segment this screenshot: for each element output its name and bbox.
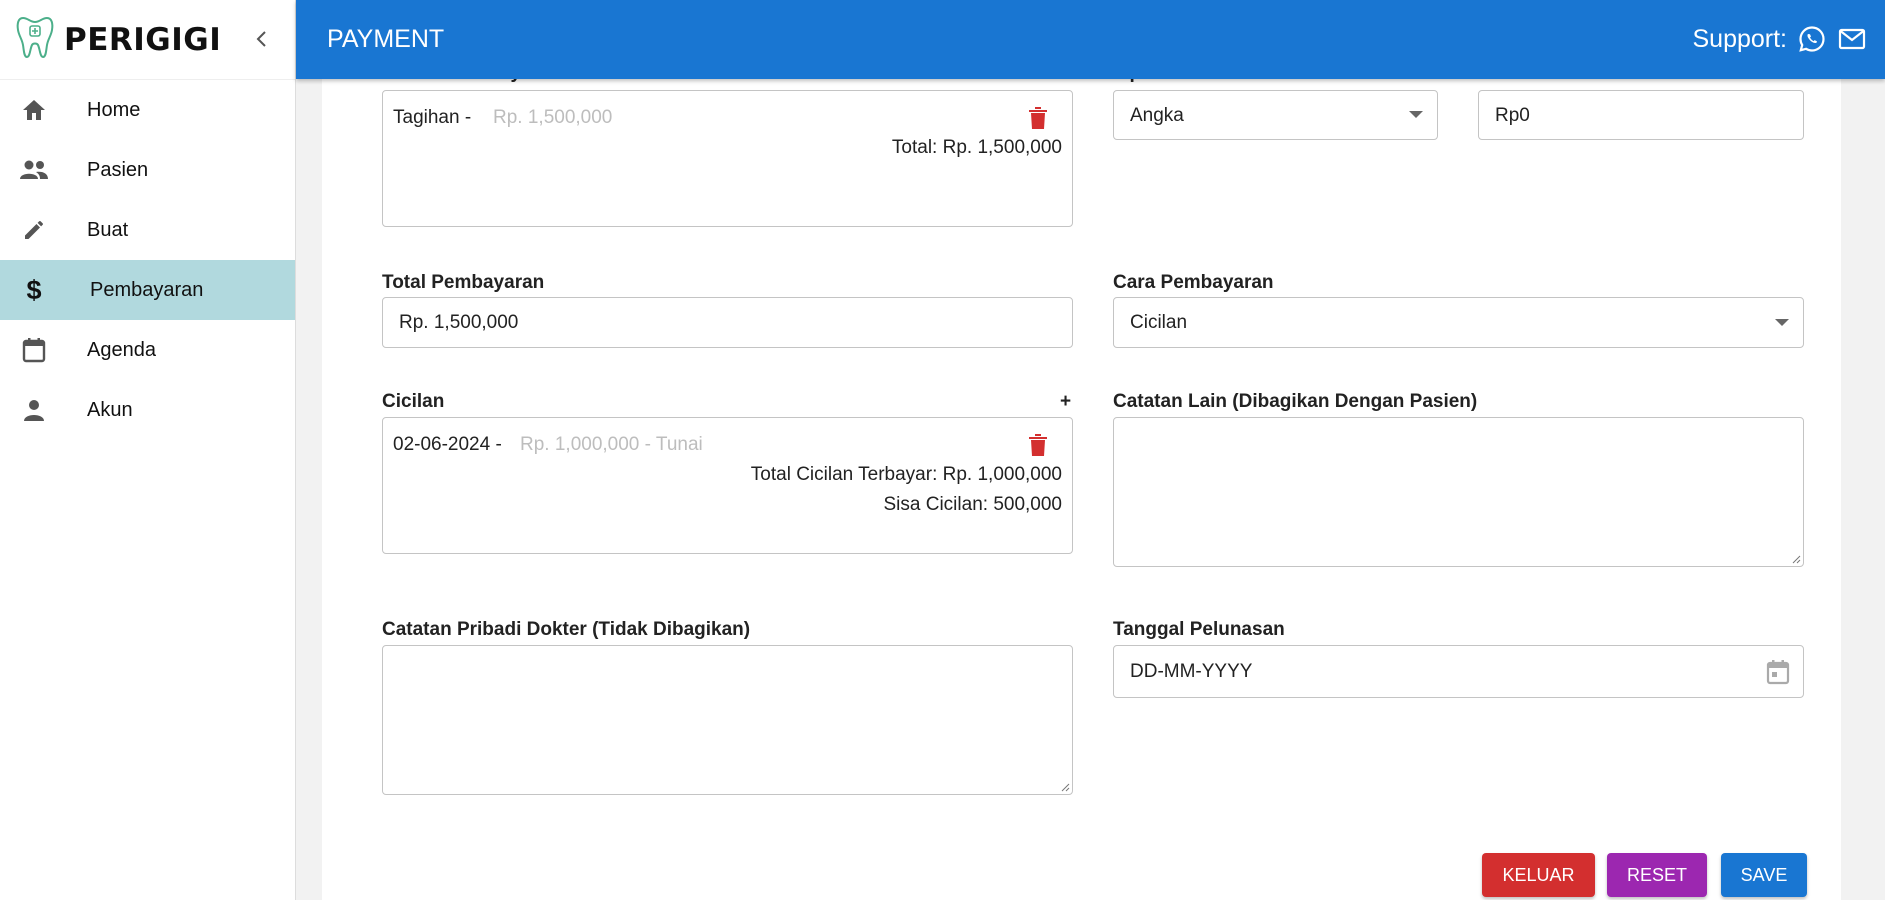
- delete-tagihan-trash-icon[interactable]: [1026, 105, 1050, 131]
- page-title: PAYMENT: [327, 25, 445, 53]
- sidebar-item-akun[interactable]: Akun: [0, 380, 295, 440]
- sidebar-item-label: Pembayaran: [90, 278, 204, 301]
- total-pembayaran-input[interactable]: Rp. 1,500,000: [382, 297, 1073, 348]
- keluar-button[interactable]: KELUAR: [1482, 853, 1595, 897]
- collapse-sidebar-button[interactable]: [248, 24, 274, 54]
- sidebar-item-label: Agenda: [87, 338, 156, 361]
- cicilan-date: 02-06-2024 -: [393, 434, 502, 455]
- pencil-icon: [20, 216, 48, 244]
- app-header: PAYMENT Support:: [296, 0, 1885, 79]
- sidebar-item-pembayaran[interactable]: $ Pembayaran: [0, 260, 295, 320]
- brand-name: PERIGIGI: [64, 21, 222, 58]
- catatan-pribadi-textarea[interactable]: [382, 645, 1073, 795]
- sidebar-item-label: Buat: [87, 218, 129, 241]
- save-button[interactable]: SAVE: [1721, 853, 1807, 897]
- sidebar-item-label: Home: [87, 98, 141, 121]
- catatan-pribadi-label: Catatan Pribadi Dokter (Tidak Dibagikan): [382, 619, 751, 640]
- tambahan-biaya-box: Tagihan - Rp. 1,500,000 Total: Rp. 1,500…: [382, 90, 1073, 227]
- total-pembayaran-label: Total Pembayaran: [382, 272, 545, 293]
- total-pembayaran-value: Rp. 1,500,000: [399, 312, 519, 333]
- sidebar-nav: Home Pasien Buat $ Pembayaran Agenda Aku…: [0, 80, 295, 440]
- cicilan-detail: Rp. 1,000,000 - Tunai: [520, 434, 703, 455]
- calendar-icon: [20, 336, 48, 364]
- cicilan-box: 02-06-2024 - Rp. 1,000,000 - Tunai Total…: [382, 417, 1073, 554]
- cara-pembayaran-label: Cara Pembayaran: [1113, 272, 1274, 293]
- tipe-diskon-select[interactable]: Angka: [1113, 90, 1438, 140]
- dollar-icon: $: [26, 274, 42, 305]
- tanggal-pelunasan-input[interactable]: DD-MM-YYYY: [1113, 645, 1804, 698]
- total-cicilan-terbayar: Total Cicilan Terbayar: Rp. 1,000,000: [750, 464, 1062, 485]
- cicilan-label: Cicilan: [382, 391, 445, 412]
- sidebar-item-buat[interactable]: Buat: [0, 200, 295, 260]
- sidebar-item-label: Akun: [87, 398, 133, 421]
- catatan-lain-textarea[interactable]: [1113, 417, 1804, 567]
- sidebar-item-agenda[interactable]: Agenda: [0, 320, 295, 380]
- person-icon: [20, 396, 48, 424]
- delete-cicilan-trash-icon[interactable]: [1026, 432, 1050, 458]
- tanggal-pelunasan-label: Tanggal Pelunasan: [1113, 619, 1285, 640]
- diskon-input[interactable]: Rp0: [1478, 90, 1804, 140]
- tagihan-prefix: Tagihan -: [393, 107, 472, 128]
- dropdown-arrow-icon: [1775, 319, 1789, 326]
- sidebar: PERIGIGI Home Pasien Buat $ Pembayaran A…: [0, 0, 296, 900]
- support-section: Support:: [1692, 24, 1867, 54]
- resize-handle-icon[interactable]: [1060, 782, 1070, 792]
- tagihan-amount: Rp. 1,500,000: [493, 107, 613, 128]
- dropdown-arrow-icon: [1409, 111, 1423, 118]
- diskon-value: Rp0: [1495, 105, 1530, 126]
- add-cicilan-button[interactable]: +: [1060, 391, 1071, 413]
- support-label: Support:: [1692, 24, 1787, 53]
- cara-pembayaran-select[interactable]: Cicilan: [1113, 297, 1804, 348]
- home-icon: [20, 96, 48, 124]
- payment-form-card: Tambahan Biaya + Tagihan - Rp. 1,500,000…: [322, 0, 1841, 900]
- email-icon[interactable]: [1837, 24, 1867, 54]
- resize-handle-icon[interactable]: [1791, 554, 1801, 564]
- sidebar-item-pasien[interactable]: Pasien: [0, 140, 295, 200]
- sidebar-item-home[interactable]: Home: [0, 80, 295, 140]
- tambahan-biaya-total: Total: Rp. 1,500,000: [891, 137, 1062, 158]
- calendar-icon[interactable]: [1766, 659, 1790, 685]
- cara-pembayaran-value: Cicilan: [1130, 312, 1188, 333]
- tanggal-pelunasan-placeholder: DD-MM-YYYY: [1130, 661, 1253, 682]
- reset-button[interactable]: RESET: [1607, 853, 1707, 897]
- sidebar-item-label: Pasien: [87, 158, 149, 181]
- tooth-logo-icon: [16, 15, 54, 64]
- catatan-lain-label: Catatan Lain (Dibagikan Dengan Pasien): [1113, 391, 1478, 412]
- sisa-cicilan: Sisa Cicilan: 500,000: [883, 494, 1063, 515]
- people-icon: [20, 156, 48, 184]
- tipe-diskon-value: Angka: [1130, 105, 1184, 126]
- whatsapp-icon[interactable]: [1797, 24, 1827, 54]
- chevron-left-icon: [256, 31, 266, 47]
